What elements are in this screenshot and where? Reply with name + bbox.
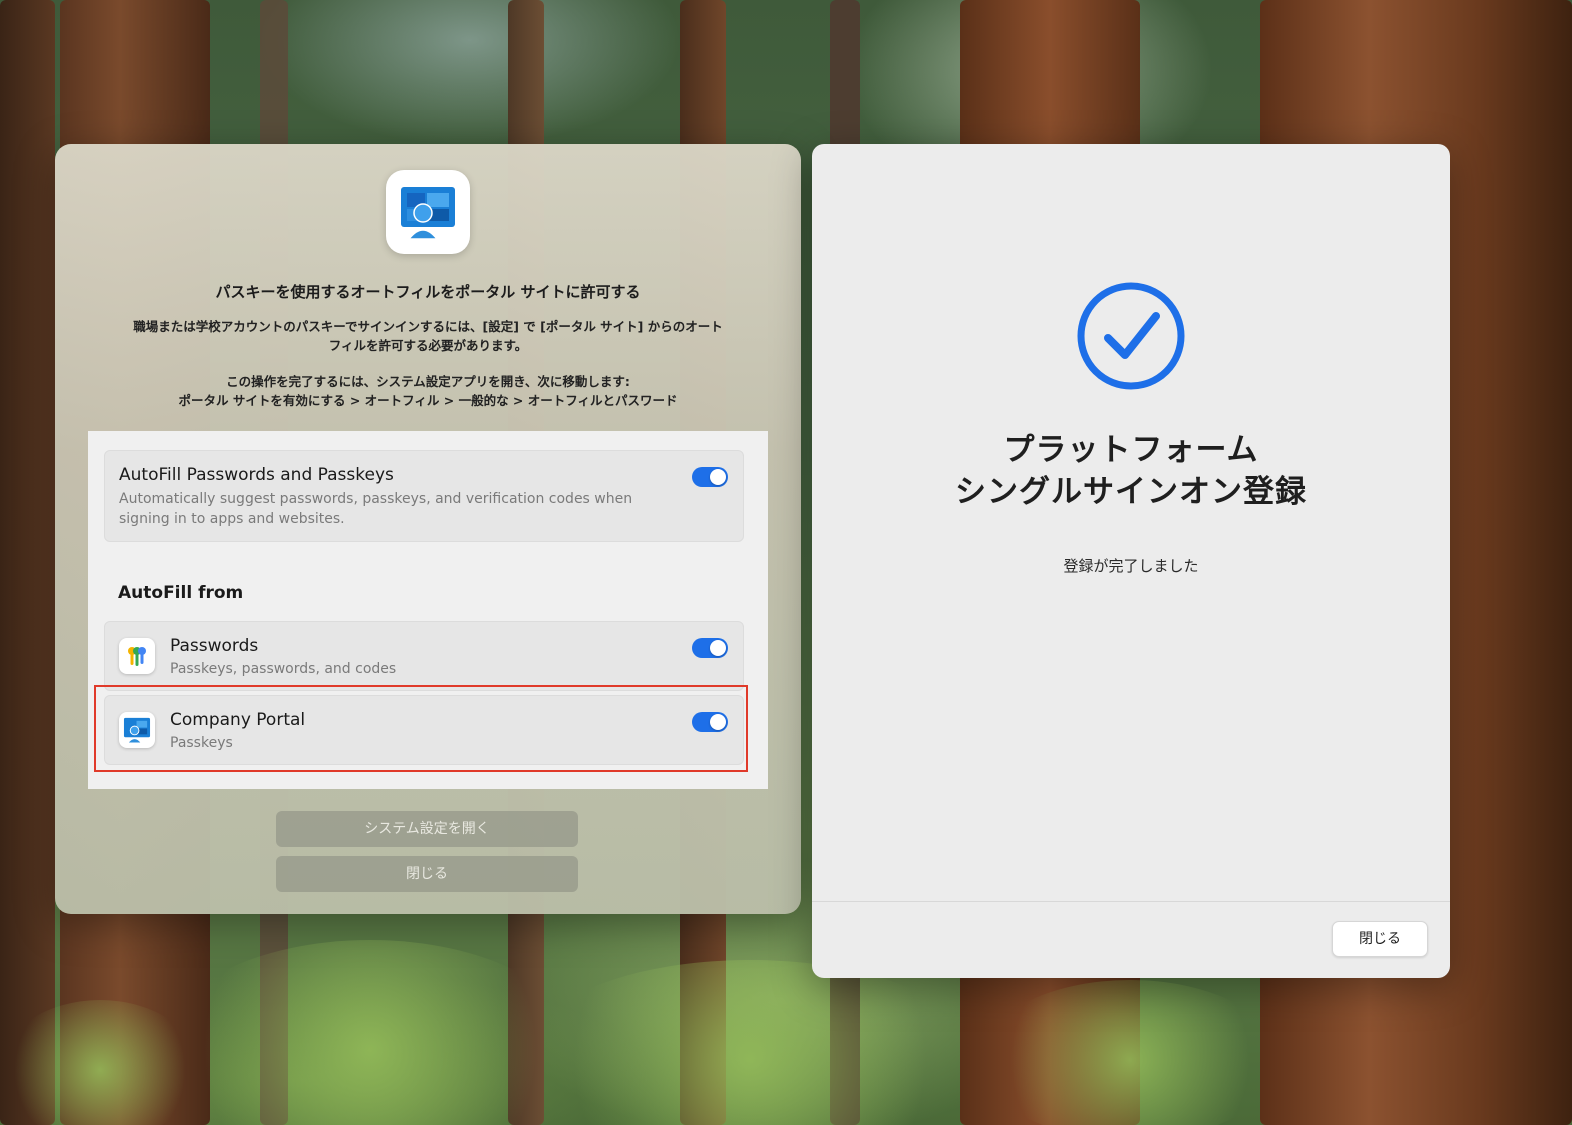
- company-portal-highlight: [94, 685, 748, 772]
- footer-divider: [812, 901, 1450, 902]
- registration-title-line1: プラットフォーム: [1003, 432, 1259, 468]
- passwords-provider-toggle[interactable]: [692, 638, 728, 658]
- provider-row-passwords: Passwords Passkeys, passwords, and codes: [104, 621, 744, 691]
- dialog-title: パスキーを使用するオートフィルをポータル サイトに許可する: [215, 283, 641, 301]
- autofill-title: AutoFill Passwords and Passkeys: [119, 465, 394, 485]
- autofill-passwords-card: AutoFill Passwords and Passkeys Automati…: [104, 450, 744, 542]
- registration-status: 登録が完了しました: [1063, 557, 1199, 575]
- close-button[interactable]: 閉じる: [276, 856, 578, 892]
- provider-detail: Passkeys, passwords, and codes: [170, 661, 397, 677]
- dialog-instructions: この操作を完了するには、システム設定アプリを開き、次に移動します: ポータル サ…: [178, 374, 678, 408]
- allow-autofill-dialog: パスキーを使用するオートフィルをポータル サイトに許可する 職場または学校アカウ…: [55, 144, 801, 914]
- close-button[interactable]: 閉じる: [1332, 921, 1428, 957]
- open-system-settings-button[interactable]: システム設定を開く: [276, 811, 578, 847]
- dialog-description: 職場または学校アカウントのパスキーでサインインするには、[設定] で [ポータル…: [133, 319, 723, 353]
- checkmark-circle-icon: [1076, 281, 1186, 391]
- autofill-description: Automatically suggest passwords, passkey…: [119, 491, 633, 527]
- passwords-app-icon: [119, 638, 155, 674]
- autofill-from-label: AutoFill from: [118, 583, 244, 603]
- registration-title-line2: シングルサインオン登録: [955, 474, 1307, 510]
- autofill-toggle[interactable]: [692, 467, 728, 487]
- provider-name: Passwords: [170, 636, 259, 656]
- company-portal-app-icon: [386, 170, 470, 254]
- platform-sso-registration-dialog: プラットフォーム シングルサインオン登録 登録が完了しました 閉じる: [812, 144, 1450, 978]
